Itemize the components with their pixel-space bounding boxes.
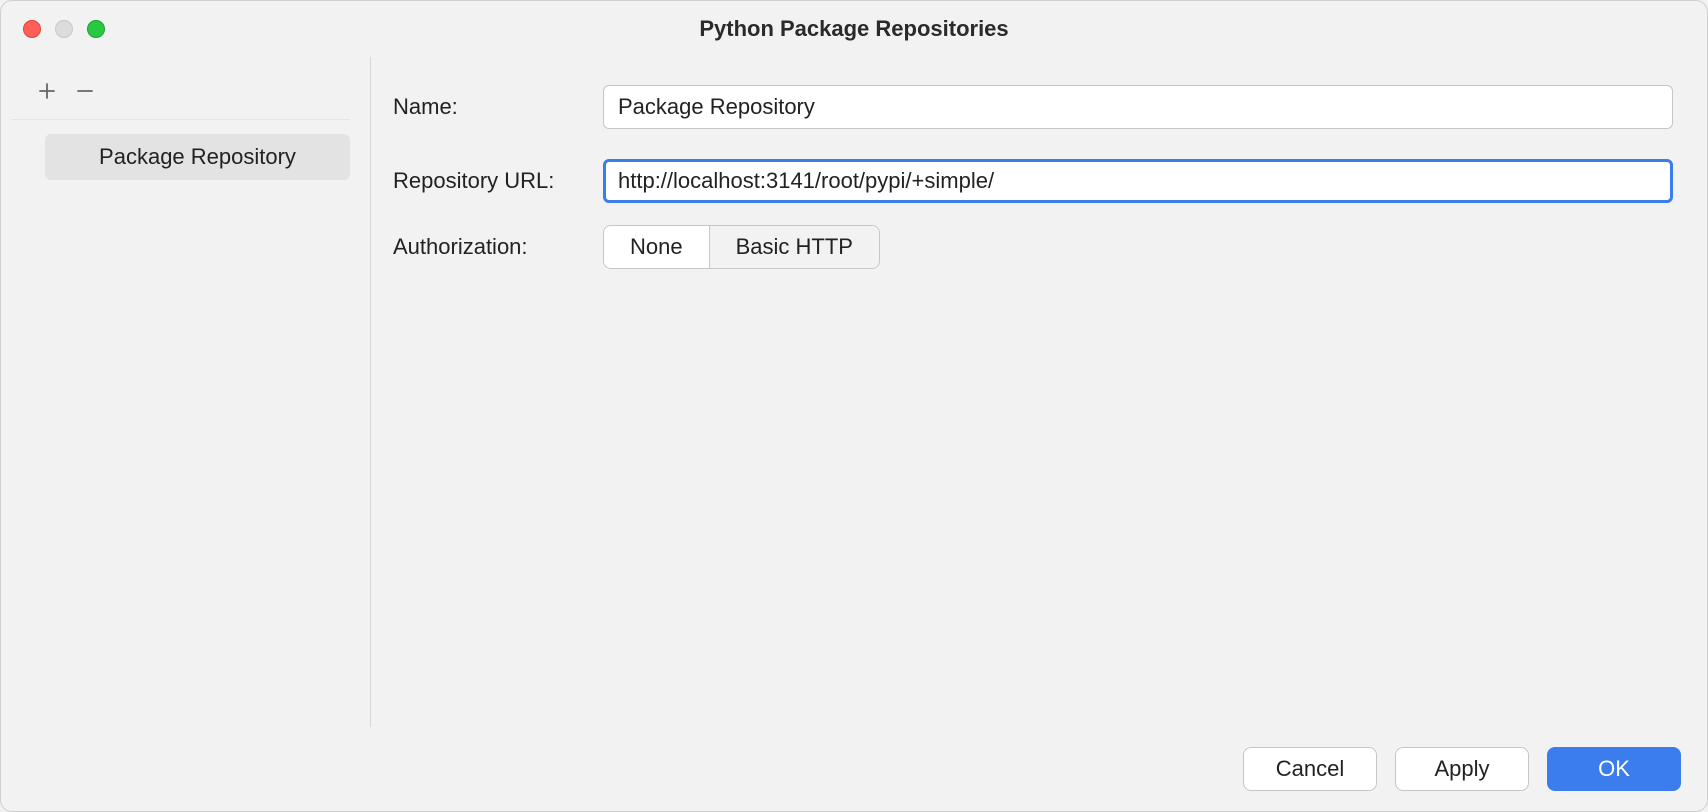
name-row: Name:: [393, 85, 1673, 129]
url-row: Repository URL:: [393, 159, 1673, 203]
add-repository-button[interactable]: [31, 75, 63, 107]
dialog-footer: Cancel Apply OK: [1, 727, 1707, 811]
close-window-button[interactable]: [23, 20, 41, 38]
sidebar: Package Repository: [11, 57, 371, 727]
window-controls: [1, 20, 105, 38]
cancel-button[interactable]: Cancel: [1243, 747, 1377, 791]
url-label: Repository URL:: [393, 168, 603, 194]
name-input[interactable]: [603, 85, 1673, 129]
dialog-window: Python Package Repositories Package Repo…: [0, 0, 1708, 812]
ok-button[interactable]: OK: [1547, 747, 1681, 791]
form-panel: Name: Repository URL: Authorization: Non…: [371, 57, 1707, 727]
titlebar: Python Package Repositories: [1, 1, 1707, 57]
repository-url-input[interactable]: [603, 159, 1673, 203]
minus-icon: [75, 81, 95, 101]
maximize-window-button[interactable]: [87, 20, 105, 38]
auth-option-basic-http[interactable]: Basic HTTP: [709, 226, 879, 268]
apply-button[interactable]: Apply: [1395, 747, 1529, 791]
repository-list-item[interactable]: Package Repository: [45, 134, 350, 180]
auth-option-none[interactable]: None: [604, 226, 709, 268]
sidebar-toolbar: [11, 67, 350, 120]
content-area: Package Repository Name: Repository URL:…: [1, 57, 1707, 727]
remove-repository-button[interactable]: [69, 75, 101, 107]
name-label: Name:: [393, 94, 603, 120]
authorization-label: Authorization:: [393, 234, 603, 260]
window-title: Python Package Repositories: [1, 16, 1707, 42]
minimize-window-button[interactable]: [55, 20, 73, 38]
plus-icon: [37, 81, 57, 101]
authorization-segmented-control: None Basic HTTP: [603, 225, 880, 269]
repository-list-item-label: Package Repository: [99, 144, 296, 169]
repository-list: Package Repository: [11, 120, 370, 180]
authorization-row: Authorization: None Basic HTTP: [393, 225, 1673, 269]
